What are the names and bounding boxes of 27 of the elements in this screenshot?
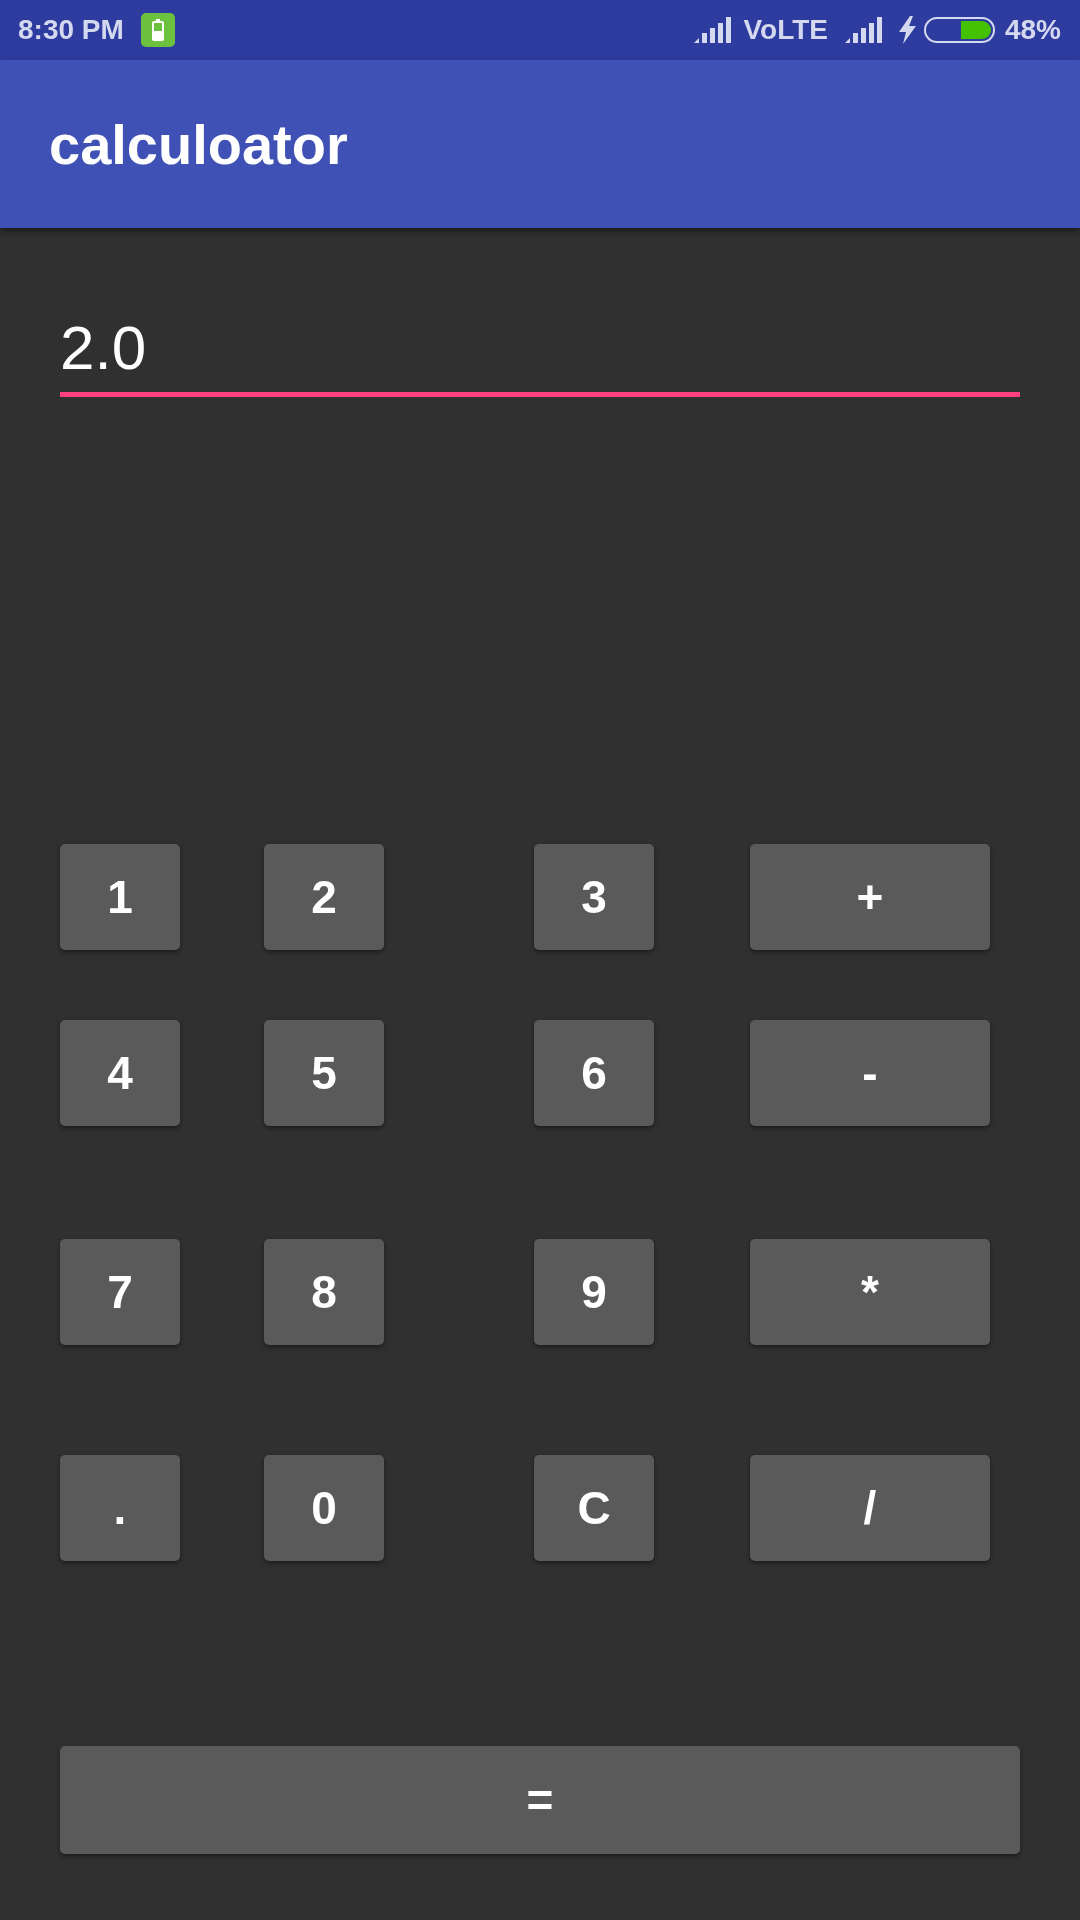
status-time: 8:30 PM [18,14,124,46]
digit-button[interactable]: 0 [264,1455,384,1561]
signal-icon [844,17,882,43]
battery-icon [923,17,995,43]
charging-bolt-icon [898,16,916,44]
digit-button[interactable]: 8 [264,1239,384,1345]
operator-button[interactable]: + [750,844,990,950]
digit-button[interactable]: 5 [264,1020,384,1126]
digit-button[interactable]: 6 [534,1020,654,1126]
digit-button[interactable]: 1 [60,844,180,950]
operator-button[interactable]: - [750,1020,990,1126]
operator-button[interactable]: * [750,1239,990,1345]
digit-button[interactable]: 7 [60,1239,180,1345]
app-title: calculoator [49,111,348,177]
battery-percent: 48% [1004,14,1061,46]
digit-button[interactable]: 3 [534,844,654,950]
display-field[interactable]: 2.0 [60,311,1020,397]
digit-button[interactable]: 4 [60,1020,180,1126]
digit-button[interactable]: 2 [264,844,384,950]
operator-button[interactable]: / [750,1455,990,1561]
decimal-point-button[interactable]: . [60,1455,180,1561]
battery-saver-icon [140,13,175,47]
equals-button[interactable]: = [60,1746,1020,1854]
signal-icon [694,17,732,43]
digit-button[interactable]: 9 [534,1239,654,1345]
network-label: VoLTE [743,14,828,46]
clear-button[interactable]: C [534,1455,654,1561]
